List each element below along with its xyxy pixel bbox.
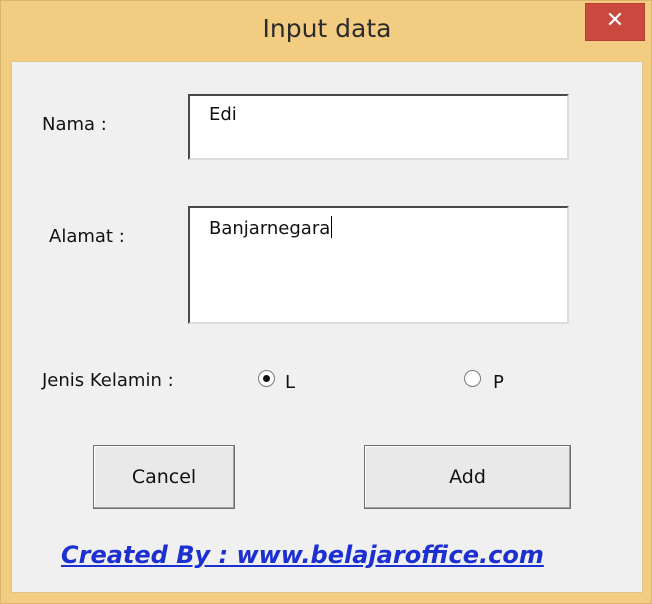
credit-link[interactable]: Created By : www.belajaroffice.com (61, 541, 544, 569)
alamat-label: Alamat : (49, 226, 125, 247)
jenis-kelamin-label: Jenis Kelamin : (42, 370, 174, 391)
radio-selected-dot (263, 375, 270, 382)
close-button[interactable]: ✕ (585, 3, 645, 41)
alamat-field[interactable]: Banjarnegara (188, 206, 569, 324)
radio-l-label[interactable]: L (285, 372, 295, 393)
cancel-button[interactable]: Cancel (93, 445, 235, 509)
window-title: Input data (262, 14, 392, 43)
radio-p[interactable] (464, 370, 481, 387)
close-icon: ✕ (605, 8, 625, 33)
nama-field[interactable]: Edi (188, 94, 569, 160)
add-button[interactable]: Add (364, 445, 571, 509)
radio-p-label[interactable]: P (493, 372, 504, 393)
form-area: Nama : Edi Alamat : Banjarnegara Jenis K… (11, 61, 643, 593)
input-data-window: Input data ✕ Nama : Edi Alamat : Banjarn… (0, 0, 652, 604)
nama-value: Edi (209, 104, 237, 125)
radio-l[interactable] (258, 370, 275, 387)
text-caret (331, 216, 333, 238)
alamat-value: Banjarnegara (209, 218, 331, 239)
title-bar[interactable]: Input data ✕ (1, 1, 652, 59)
nama-label: Nama : (42, 114, 107, 135)
